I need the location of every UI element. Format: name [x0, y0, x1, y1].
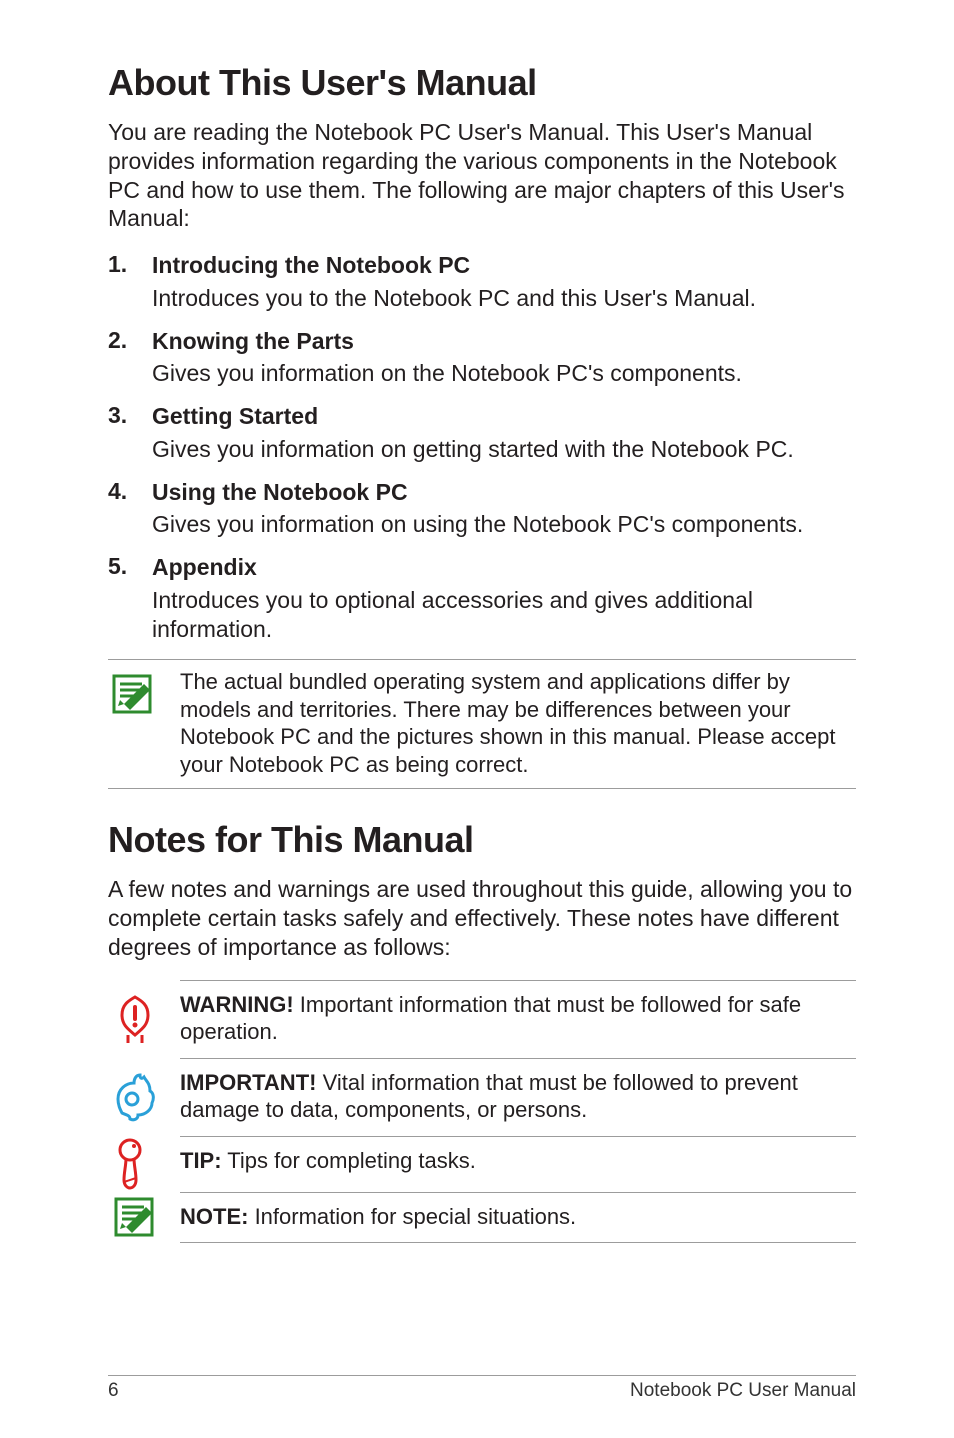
chapter-list: 1. Introducing the Notebook PC Introduce… — [108, 251, 856, 649]
chapter-desc: Gives you information on the Notebook PC… — [152, 359, 856, 388]
important-label: IMPORTANT! — [180, 1070, 316, 1095]
chapter-number: 4. — [108, 478, 152, 546]
note-icon — [108, 670, 156, 718]
chapter-title: Appendix — [152, 553, 856, 582]
tip-text: Tips for completing tasks. — [222, 1148, 476, 1173]
chapter-desc: Introduces you to optional accessories a… — [152, 586, 856, 644]
heading-notes: Notes for This Manual — [108, 819, 856, 861]
tip-icon — [110, 1136, 150, 1192]
chapter-number: 1. — [108, 251, 152, 319]
list-item: 1. Introducing the Notebook PC Introduce… — [108, 251, 856, 319]
chapter-title: Using the Notebook PC — [152, 478, 856, 507]
chapter-desc: Introduces you to the Notebook PC and th… — [152, 284, 856, 313]
tip-label: TIP: — [180, 1148, 222, 1173]
chapter-title: Getting Started — [152, 402, 856, 431]
callout-important: IMPORTANT! Vital information that must b… — [108, 1058, 856, 1136]
list-item: 4. Using the Notebook PC Gives you infor… — [108, 478, 856, 546]
important-icon — [110, 1069, 160, 1125]
chapter-title: Knowing the Parts — [152, 327, 856, 356]
footer-title: Notebook PC User Manual — [630, 1380, 856, 1402]
warning-icon — [110, 991, 160, 1047]
note-label: NOTE: — [180, 1204, 248, 1229]
note-text: Information for special situations. — [248, 1204, 576, 1229]
callout-warning: WARNING! Important information that must… — [108, 980, 856, 1058]
warning-label: WARNING! — [180, 992, 294, 1017]
note-icon — [110, 1193, 158, 1241]
callout-tip: TIP: Tips for completing tasks. — [108, 1136, 856, 1192]
page-number: 6 — [108, 1380, 119, 1402]
chapter-title: Introducing the Notebook PC — [152, 251, 856, 280]
chapter-number: 2. — [108, 327, 152, 395]
heading-about: About This User's Manual — [108, 62, 856, 104]
callout-list: WARNING! Important information that must… — [108, 980, 856, 1244]
page-footer: 6 Notebook PC User Manual — [108, 1375, 856, 1402]
callout-note: NOTE: Information for special situations… — [108, 1192, 856, 1244]
list-item: 2. Knowing the Parts Gives you informati… — [108, 327, 856, 395]
chapter-desc: Gives you information on using the Noteb… — [152, 510, 856, 539]
chapter-number: 5. — [108, 553, 152, 649]
chapter-number: 3. — [108, 402, 152, 470]
list-item: 5. Appendix Introduces you to optional a… — [108, 553, 856, 649]
bundled-note-block: The actual bundled operating system and … — [108, 659, 856, 789]
about-intro-paragraph: You are reading the Notebook PC User's M… — [108, 118, 856, 233]
chapter-desc: Gives you information on getting started… — [152, 435, 856, 464]
notes-intro-paragraph: A few notes and warnings are used throug… — [108, 875, 856, 961]
bundled-note-text: The actual bundled operating system and … — [180, 668, 856, 778]
list-item: 3. Getting Started Gives you information… — [108, 402, 856, 470]
